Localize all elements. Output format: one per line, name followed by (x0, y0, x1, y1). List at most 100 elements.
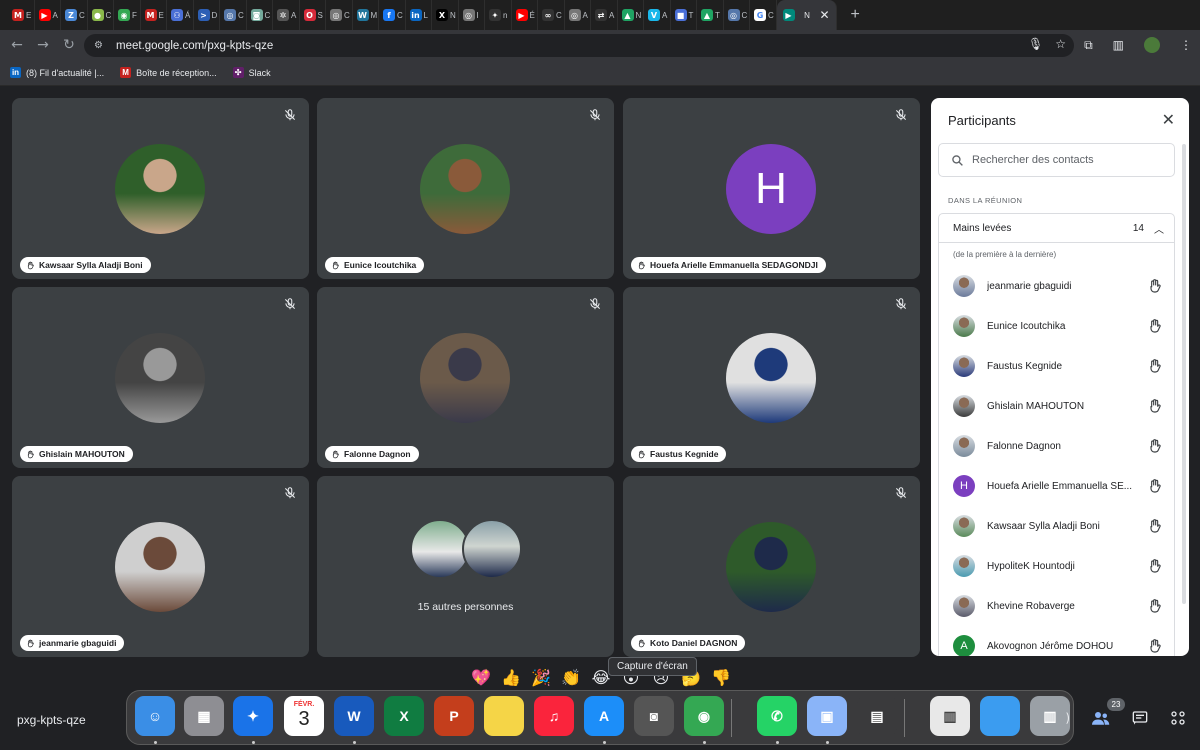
raised-hand-icon[interactable] (1147, 638, 1163, 654)
browser-tab[interactable]: in L (406, 0, 432, 30)
browser-tab[interactable]: ▶ A (35, 0, 61, 30)
participant-tile[interactable]: H Houefa Arielle Emmanuella SEDAGONDJI (623, 98, 920, 279)
browser-tab[interactable]: ⇄ A (591, 0, 618, 30)
participant-tile[interactable]: 15 autres personnes (317, 476, 614, 657)
raised-hand-icon[interactable] (1147, 438, 1163, 454)
browser-tab[interactable]: OS (300, 0, 326, 30)
chat-icon[interactable] (1132, 710, 1148, 726)
participant-row[interactable]: Kawsaar Sylla Aladji Boni (953, 511, 1173, 541)
notes-icon[interactable] (484, 696, 524, 736)
browser-tab[interactable]: ✲ A (273, 0, 300, 30)
browser-tab[interactable]: ◎ C (326, 0, 353, 30)
screenshot-icon[interactable]: ◙ (634, 696, 674, 736)
active-tab[interactable]: ▶ N ✕ (776, 0, 837, 30)
participant-row[interactable]: Khevine Robaverge (953, 591, 1173, 621)
calculator-icon[interactable]: ▤ (857, 696, 897, 736)
browser-tab[interactable]: fC (379, 0, 406, 30)
whatsapp-icon[interactable]: ✆ (757, 696, 797, 736)
word-icon[interactable]: W (334, 696, 374, 736)
profile-avatar[interactable] (1144, 37, 1160, 53)
chrome-icon[interactable]: ◉ (684, 696, 724, 736)
raised-hand-icon[interactable] (1147, 558, 1163, 574)
raised-hand-icon[interactable] (1147, 518, 1163, 534)
browser-tab[interactable]: GC (750, 0, 777, 30)
chevron-up-icon[interactable]: ︿ (1154, 221, 1164, 236)
powerpoint-icon[interactable]: P (434, 696, 474, 736)
participant-row[interactable]: jeanmarie gbaguidi (953, 271, 1173, 301)
participant-row[interactable]: Ghislain MAHOUTON (953, 391, 1173, 421)
preview-icon[interactable]: ▣ (807, 696, 847, 736)
raised-hand-icon[interactable] (1147, 598, 1163, 614)
safari-icon[interactable]: ✦ (233, 696, 273, 736)
music-icon[interactable]: ♫ (534, 696, 574, 736)
raised-hand-icon[interactable] (1147, 398, 1163, 414)
participant-tile[interactable]: Falonne Dagnon (317, 287, 614, 468)
browser-tab[interactable]: ◎ C (220, 0, 247, 30)
raised-hand-icon[interactable] (1147, 358, 1163, 374)
browser-tab[interactable]: ⚇ Á (167, 0, 194, 30)
bookmark-item[interactable]: ✣ Slack (232, 67, 271, 78)
participant-tile[interactable]: Eunice Icoutchika (317, 98, 614, 279)
browser-tab[interactable]: ◙ C (247, 0, 273, 30)
browser-tab[interactable]: ◎ I (459, 0, 485, 30)
bookmark-star-icon[interactable]: ☆ (1055, 37, 1066, 51)
microphone-icon[interactable]: 🎙 (1028, 37, 1043, 51)
browser-tab[interactable]: VA (644, 0, 671, 30)
back-icon[interactable]: ← (4, 37, 30, 53)
reload-icon[interactable]: ↻ (56, 37, 82, 53)
url-text[interactable]: meet.google.com/pxg-kpts-qze (116, 40, 273, 52)
participant-tile[interactable]: Ghislain MAHOUTON (12, 287, 309, 468)
close-tab-icon[interactable]: ✕ (819, 8, 829, 22)
extensions-icon[interactable]: ⧉ (1084, 38, 1093, 53)
menu-icon[interactable]: ⋮ (1180, 38, 1192, 52)
new-tab-icon[interactable]: + (851, 6, 860, 24)
browser-tab[interactable]: ✦ n (485, 0, 512, 30)
search-contacts-field[interactable] (938, 143, 1175, 177)
participant-tile[interactable]: Faustus Kegnide (623, 287, 920, 468)
activities-icon[interactable] (1170, 710, 1186, 726)
raised-hand-icon[interactable] (1147, 278, 1163, 294)
participant-row[interactable]: Eunice Icoutchika (953, 311, 1173, 341)
participant-row[interactable]: Falonne Dagnon (953, 431, 1173, 461)
browser-tab[interactable]: ◉ F (114, 0, 141, 30)
participant-tile[interactable]: Koto Daniel DAGNON (623, 476, 920, 657)
calendar-icon[interactable]: FÉVR. 3 (284, 696, 324, 736)
browser-tab[interactable]: > D (194, 0, 220, 30)
document-icon[interactable]: ▥ (930, 696, 970, 736)
close-icon[interactable]: ✕ (1162, 110, 1175, 129)
reaction-emoji[interactable]: 👎 (710, 666, 732, 688)
browser-tab[interactable]: ME (141, 0, 167, 30)
folder-icon[interactable] (980, 696, 1020, 736)
browser-tab[interactable]: ◎ C (724, 0, 750, 30)
reaction-emoji[interactable]: 🎉 (530, 666, 552, 688)
browser-tab[interactable]: ▲ N (618, 0, 644, 30)
participant-row[interactable]: A Akovognon Jérôme DOHOU (953, 631, 1173, 656)
browser-tab[interactable]: ▶ É (512, 0, 538, 30)
side-panel-icon[interactable]: ▥ (1113, 38, 1124, 52)
appstore-icon[interactable]: A (584, 696, 624, 736)
search-contacts-input[interactable] (972, 154, 1152, 166)
bookmark-item[interactable]: M Boîte de réception... (120, 67, 217, 78)
browser-tab[interactable]: XN (432, 0, 459, 30)
participant-row[interactable]: H Houefa Arielle Emmanuella SE... (953, 471, 1173, 501)
raised-hand-icon[interactable] (1147, 318, 1163, 334)
participant-row[interactable]: HypoliteK Hountodji (953, 551, 1173, 581)
browser-tab[interactable]: WM (353, 0, 379, 30)
participant-tile[interactable]: Kawsaar Sylla Aladji Boni (12, 98, 309, 279)
browser-tab[interactable]: ZC (61, 0, 88, 30)
browser-tab[interactable]: ◎ A (565, 0, 591, 30)
raised-hands-group[interactable]: Mains levées 14 ︿ (938, 213, 1175, 243)
site-info-icon[interactable]: ⚙ (94, 40, 106, 51)
participant-row[interactable]: Faustus Kegnide (953, 351, 1173, 381)
bookmark-item[interactable]: in (8) Fil d'actualité |... (10, 67, 104, 78)
browser-tab[interactable]: ■ T (671, 0, 697, 30)
arrow-right-icon[interactable]: ) (1065, 711, 1070, 725)
reaction-emoji[interactable]: 💖 (470, 666, 492, 688)
panel-scrollbar[interactable] (1182, 144, 1186, 604)
browser-tab[interactable]: ▲ T (697, 0, 724, 30)
forward-icon[interactable]: → (30, 37, 56, 53)
reaction-emoji[interactable]: 👍 (500, 666, 522, 688)
finder-icon[interactable]: ☺ (135, 696, 175, 736)
launchpad-icon[interactable]: ▦ (184, 696, 224, 736)
people-icon[interactable] (1092, 710, 1110, 726)
